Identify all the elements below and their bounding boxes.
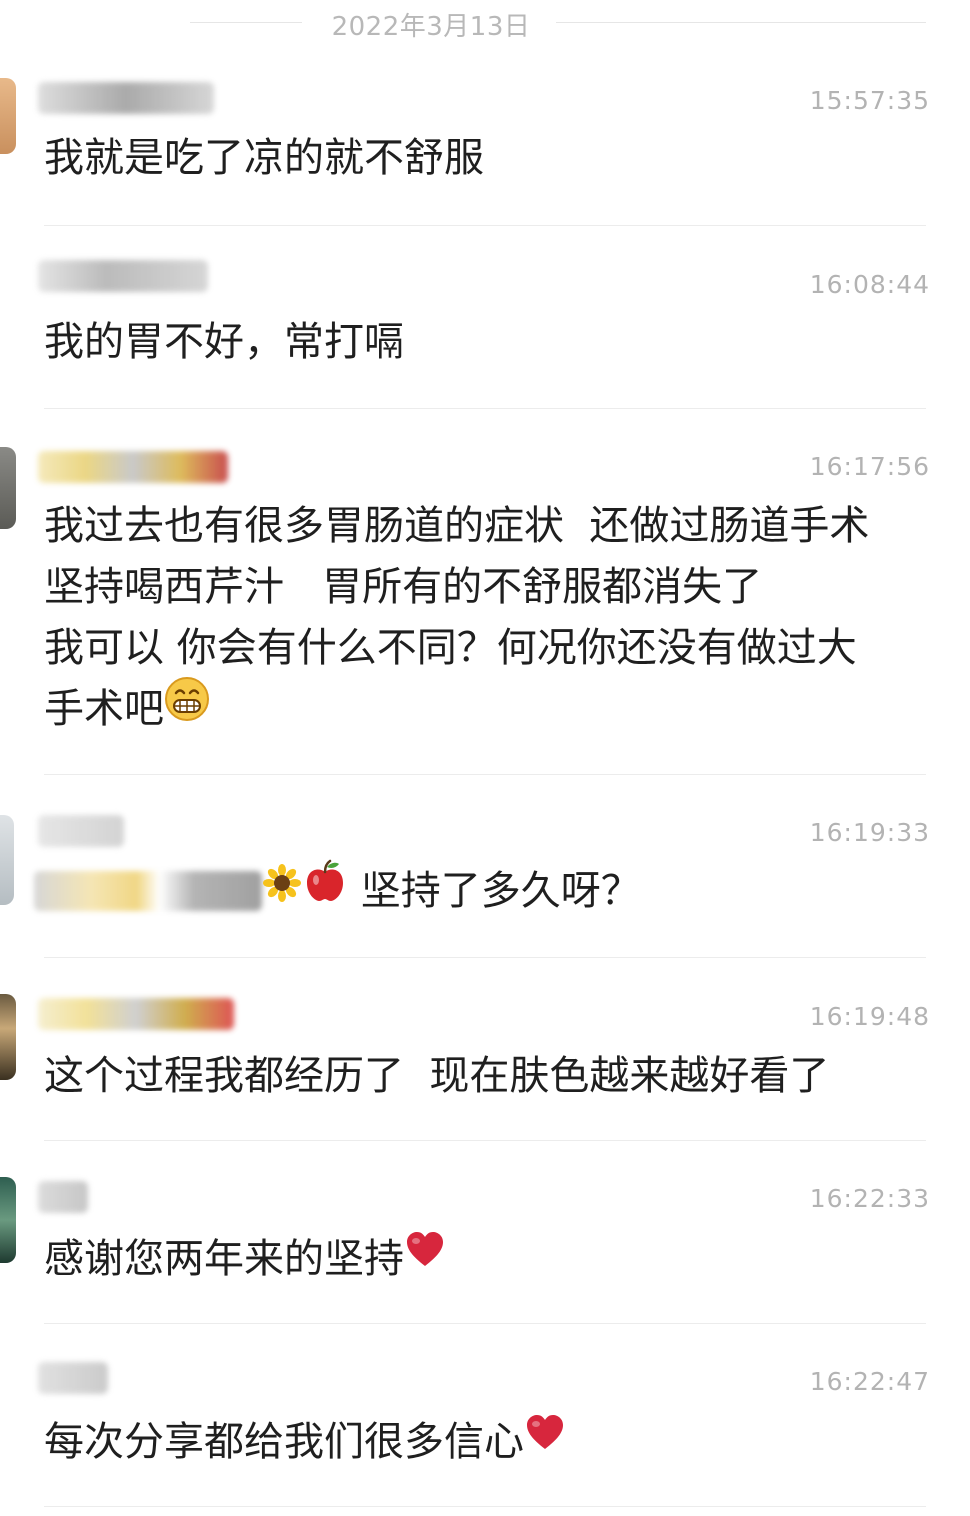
comment-text: 每次分享都给我们很多信心 (44, 1412, 920, 1475)
avatar[interactable] (0, 815, 14, 905)
comment-timestamp: 16:08:44 (809, 270, 930, 299)
comment-timestamp: 16:19:33 (809, 818, 930, 847)
sunflower-icon (262, 860, 302, 921)
avatar[interactable] (0, 78, 16, 154)
comment-item[interactable]: 16:22:33 感谢您两年来的坚持 (0, 1141, 970, 1324)
comment-item[interactable]: 16:22:47 每次分享都给我们很多信心 (0, 1324, 970, 1507)
comment-timestamp: 16:17:56 (809, 452, 930, 481)
comment-line: 手术吧 (44, 686, 164, 732)
heart-icon (404, 1228, 446, 1289)
comment-item[interactable]: 15:57:35 我就是吃了凉的就不舒服 (0, 46, 970, 226)
comment-line: 坚持喝西芹汁 胃所有的不舒服都消失了 (44, 564, 763, 610)
comment-item[interactable]: 16:17:56 我过去也有很多胃肠道的症状 还做过肠道手术 坚持喝西芹汁 胃所… (0, 409, 970, 775)
comment-text: 我的胃不好，常打嗝 (44, 319, 404, 365)
comment-item[interactable]: 16:08:44 我的胃不好，常打嗝 (0, 226, 970, 409)
avatar[interactable] (0, 994, 16, 1080)
comment-text: 感谢您两年来的坚持 (44, 1229, 920, 1292)
comment-text-content: 每次分享都给我们很多信心 (44, 1419, 524, 1465)
nickname-blurred[interactable] (38, 1362, 108, 1394)
comment-text-content: 坚持了多久呀？ (360, 868, 641, 914)
apple-icon (302, 858, 348, 922)
date-separator: 2022年3月13日 (0, 0, 970, 46)
date-header: 2022年3月13日 (331, 12, 531, 42)
comment-timestamp: 15:57:35 (809, 86, 930, 115)
divider (44, 1506, 926, 1507)
nickname-blurred[interactable] (38, 1181, 88, 1213)
comment-text: 我过去也有很多胃肠道的症状 还做过肠道手术 坚持喝西芹汁 胃所有的不舒服都消失了… (44, 496, 920, 743)
nickname-blurred[interactable] (38, 82, 214, 114)
mention-blurred[interactable] (34, 871, 262, 911)
avatar[interactable] (0, 447, 16, 529)
comment-line: 我过去也有很多胃肠道的症状 还做过肠道手术 (44, 503, 870, 549)
comment-text: 这个过程我都经历了 现在肤色越来越好看了 (44, 1053, 830, 1099)
comment-item[interactable]: 16:19:48 这个过程我都经历了 现在肤色越来越好看了 (0, 958, 970, 1141)
comment-timestamp: 16:19:48 (809, 1002, 930, 1031)
comment-line: 我可以 你会有什么不同？何况你还没有做过大 (44, 625, 857, 671)
comment-timestamp: 16:22:47 (809, 1367, 930, 1396)
heart-icon (524, 1411, 566, 1472)
nickname-blurred[interactable] (38, 815, 124, 847)
comment-text: 坚持了多久呀？ (262, 858, 920, 925)
nickname-blurred[interactable] (38, 260, 208, 292)
comment-timestamp: 16:22:33 (809, 1184, 930, 1213)
nickname-blurred[interactable] (38, 451, 228, 483)
avatar[interactable] (0, 1177, 16, 1263)
comment-item[interactable]: 16:19:33 坚持了多久呀？ (0, 775, 970, 958)
grin-icon (164, 676, 210, 740)
comment-text: 我就是吃了凉的就不舒服 (44, 135, 484, 181)
nickname-blurred[interactable] (38, 998, 234, 1030)
comment-text-content: 感谢您两年来的坚持 (44, 1236, 404, 1282)
